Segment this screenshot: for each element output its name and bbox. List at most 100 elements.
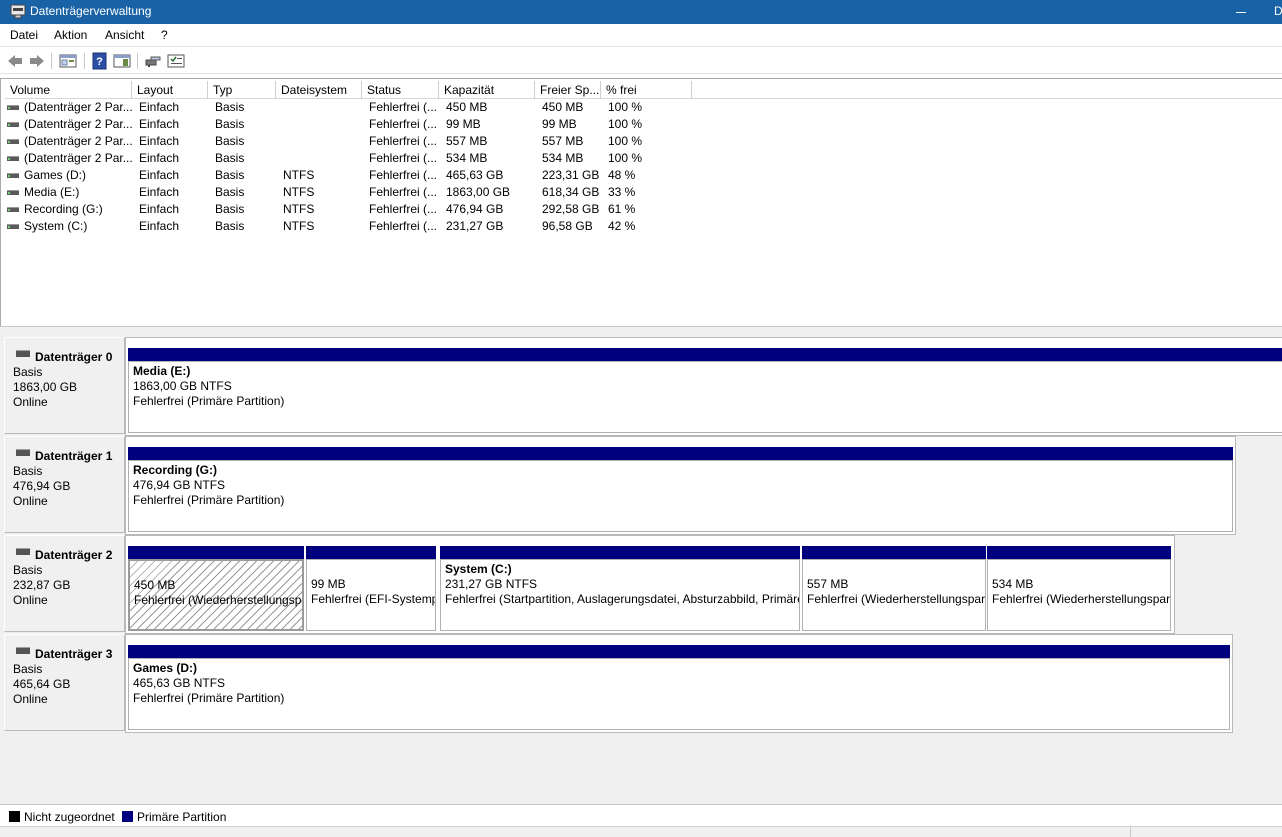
- volume-list-row[interactable]: (Datenträger 2 Par... Einfach Basis Fehlerf…: [5, 133, 1282, 150]
- partition-system[interactable]: System (C:) 231,27 GB NTFS Fehlerfrei (S…: [438, 536, 802, 633]
- cell-capacity: 450 MB: [446, 100, 488, 114]
- disk-size: 1863,00 GB: [13, 380, 78, 394]
- cell-layout: Einfach: [139, 100, 180, 114]
- column-header-percent-free[interactable]: % frei: [601, 81, 692, 99]
- partition-status: Fehlerfrei (Primäre Partition): [133, 691, 285, 705]
- disk-icon: [16, 350, 30, 357]
- action-pane-icon[interactable]: [113, 52, 131, 70]
- partition-box: Games (D:) 465,63 GB NTFS Fehlerfrei (Pr…: [128, 658, 1230, 730]
- minimize-button[interactable]: [1232, 0, 1252, 24]
- window-edge-label: D: [1274, 4, 1282, 18]
- disk-label[interactable]: Datenträger 3 Basis 465,64 GB Online: [4, 634, 125, 731]
- menu-help[interactable]: ?: [161, 28, 168, 42]
- menu-datei[interactable]: Datei: [10, 28, 38, 42]
- disk-size: 465,64 GB: [13, 677, 71, 691]
- disk-icon: [16, 449, 30, 456]
- column-header-status[interactable]: Status: [362, 81, 439, 99]
- partition-map: 450 MB Fehlerfrei (Wiederherstellungspar…: [125, 535, 1175, 634]
- volume-list-row[interactable]: (Datenträger 2 Par... Einfach Basis Fehlerf…: [5, 99, 1282, 116]
- cell-status: Fehlerfrei (...: [369, 100, 438, 114]
- disk-type: Basis: [13, 662, 43, 676]
- legend-swatch-primary: [122, 811, 133, 822]
- volume-list: Volume Layout Typ Dateisystem Status Kap…: [0, 78, 1282, 326]
- cell-type: Basis: [215, 117, 245, 131]
- volume-list-row[interactable]: (Datenträger 2 Par... Einfach Basis Fehlerf…: [5, 150, 1282, 167]
- status-bar: [0, 826, 1282, 837]
- cell-capacity: 476,94 GB: [446, 202, 504, 216]
- menu-aktion[interactable]: Aktion: [54, 28, 87, 42]
- cell-free-space: 450 MB: [542, 100, 584, 114]
- title-bar: Datenträgerverwaltung D: [0, 0, 1282, 24]
- disk-label[interactable]: Datenträger 2 Basis 232,87 GB Online: [4, 535, 125, 632]
- partition-recovery-534[interactable]: 534 MB Fehlerfrei (Wiederherstellungspar…: [985, 536, 1173, 633]
- partition-recording[interactable]: Recording (G:) 476,94 GB NTFS Fehlerfrei…: [126, 437, 1235, 534]
- primary-partition-bar: [802, 546, 986, 559]
- volume-list-row[interactable]: Games (D:) Einfach Basis NTFS Fehlerfrei (..…: [5, 167, 1282, 184]
- column-header-free-space[interactable]: Freier Sp...: [535, 81, 601, 99]
- partition-box: Recording (G:) 476,94 GB NTFS Fehlerfrei…: [128, 460, 1233, 532]
- disk-name: Datenträger 3: [35, 647, 113, 661]
- cell-percent-free: 33 %: [608, 185, 636, 199]
- cell-layout: Einfach: [139, 185, 180, 199]
- partition-name: Recording (G:): [133, 463, 217, 477]
- cell-free-space: 99 MB: [542, 117, 577, 131]
- window-title: Datenträgerverwaltung: [30, 4, 152, 18]
- cell-free-space: 534 MB: [542, 151, 584, 165]
- partition-recovery-557[interactable]: 557 MB Fehlerfrei (Wiederherstellungspar…: [800, 536, 988, 633]
- disk-name: Datenträger 0: [35, 350, 113, 364]
- cell-capacity: 557 MB: [446, 134, 488, 148]
- toolbar: ?: [0, 46, 1282, 74]
- cell-filesystem: [276, 133, 362, 150]
- properties-view-icon[interactable]: [59, 52, 77, 70]
- primary-partition-bar: [128, 645, 1230, 658]
- toolbar-separator: [51, 53, 52, 69]
- partition-map: Media (E:) 1863,00 GB NTFS Fehlerfrei (P…: [125, 337, 1282, 436]
- cell-volume: Media (E:): [24, 185, 80, 199]
- volume-list-row[interactable]: (Datenträger 2 Par... Einfach Basis Fehlerf…: [5, 116, 1282, 133]
- cell-type: Basis: [215, 151, 245, 165]
- partition-name: Media (E:): [133, 364, 191, 378]
- disk-management-app-icon: [10, 3, 26, 19]
- cell-percent-free: 100 %: [608, 100, 643, 114]
- partition-games[interactable]: Games (D:) 465,63 GB NTFS Fehlerfrei (Pr…: [126, 635, 1232, 732]
- column-header-capacity[interactable]: Kapazität: [439, 81, 535, 99]
- cell-percent-free: 100 %: [608, 117, 643, 131]
- cell-status: Fehlerfrei (...: [369, 151, 438, 165]
- partition-size: 557 MB: [807, 577, 849, 591]
- disk-label[interactable]: Datenträger 1 Basis 476,94 GB Online: [4, 436, 125, 533]
- list-icon[interactable]: [167, 52, 185, 70]
- partition-media[interactable]: Media (E:) 1863,00 GB NTFS Fehlerfrei (P…: [126, 338, 1282, 435]
- cell-status: Fehlerfrei (...: [369, 202, 438, 216]
- cell-layout: Einfach: [139, 151, 180, 165]
- volume-list-row[interactable]: System (C:) Einfach Basis NTFS Fehlerfrei (.…: [5, 218, 1282, 235]
- cell-capacity: 99 MB: [446, 117, 481, 131]
- menu-ansicht[interactable]: Ansicht: [105, 28, 144, 42]
- column-header-layout[interactable]: Layout: [132, 81, 208, 99]
- cell-volume: (Datenträger 2 Par...: [24, 151, 132, 165]
- connect-icon[interactable]: [144, 52, 162, 70]
- legend: Nicht zugeordnet Primäre Partition: [0, 804, 1282, 826]
- cell-status: Fehlerfrei (...: [369, 134, 438, 148]
- cell-layout: Einfach: [139, 202, 180, 216]
- cell-capacity: 231,27 GB: [446, 219, 504, 233]
- partition-size: 231,27 GB NTFS: [445, 577, 538, 591]
- column-header-volume[interactable]: Volume: [5, 81, 132, 99]
- primary-partition-bar: [128, 447, 1233, 460]
- disk-label[interactable]: Datenträger 0 Basis 1863,00 GB Online: [4, 337, 125, 434]
- forward-icon[interactable]: [28, 52, 46, 70]
- legend-label-unallocated: Nicht zugeordnet: [24, 810, 115, 824]
- help-icon[interactable]: ?: [91, 52, 109, 70]
- volume-list-row[interactable]: Recording (G:) Einfach Basis NTFS Fehlerfrei…: [5, 201, 1282, 218]
- partition-recovery-450[interactable]: 450 MB Fehlerfrei (Wiederherstellungspar…: [126, 536, 306, 633]
- partition-status: Fehlerfrei (Wiederherstellungspartition): [134, 593, 302, 607]
- column-header-type[interactable]: Typ: [208, 81, 276, 99]
- column-header-filesystem[interactable]: Dateisystem: [276, 81, 362, 99]
- toolbar-separator: [84, 53, 85, 69]
- cell-type: Basis: [215, 202, 245, 216]
- volume-list-row[interactable]: Media (E:) Einfach Basis NTFS Fehlerfrei (..…: [5, 184, 1282, 201]
- cell-status: Fehlerfrei (...: [369, 117, 438, 131]
- disk-status: Online: [13, 395, 48, 409]
- cell-status: Fehlerfrei (...: [369, 168, 438, 182]
- back-icon[interactable]: [6, 52, 24, 70]
- partition-efi[interactable]: 99 MB Fehlerfrei (EFI-Systempartition): [304, 536, 438, 633]
